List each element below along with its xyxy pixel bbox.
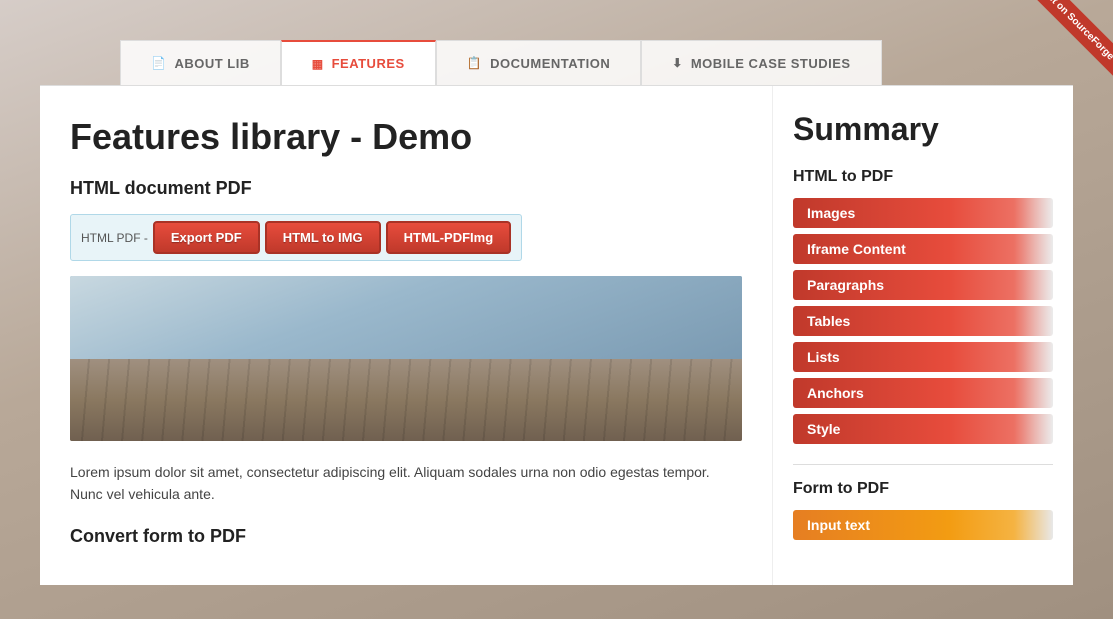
html-pdf-section-title: HTML document PDF xyxy=(70,178,742,199)
button-bar: HTML PDF - Export PDF HTML to IMG HTML-P… xyxy=(70,214,522,261)
tab-mobile-label: MOBILE CASE STUDIES xyxy=(691,56,851,71)
tab-documentation-label: DOCUMENTATION xyxy=(490,56,610,71)
button-bar-label: HTML PDF - xyxy=(81,231,148,245)
form-items-list: Input text xyxy=(793,510,1053,540)
features-icon: ▦ xyxy=(312,57,324,71)
summary-item-iframe[interactable]: Iframe Content xyxy=(793,234,1053,264)
tab-about-label: ABOUT LIB xyxy=(174,56,249,71)
sourceforge-ribbon[interactable]: Get on SourceForge xyxy=(998,0,1113,115)
html-pdfimg-button[interactable]: HTML-PDFImg xyxy=(386,221,512,254)
floor-layer xyxy=(70,359,742,442)
page-title: Features library - Demo xyxy=(70,116,742,158)
summary-item-input-text[interactable]: Input text xyxy=(793,510,1053,540)
ribbon-label: Get on SourceForge xyxy=(1020,0,1113,82)
html-to-pdf-title: HTML to PDF xyxy=(793,168,1053,186)
main-navigation: 📄 ABOUT LIB ▦ FEATURES 📋 DOCUMENTATION ⬇… xyxy=(0,0,1113,85)
summary-items-list: Images Iframe Content Paragraphs Tables … xyxy=(793,198,1053,444)
summary-item-lists[interactable]: Lists xyxy=(793,342,1053,372)
summary-item-paragraphs[interactable]: Paragraphs xyxy=(793,270,1053,300)
summary-item-style[interactable]: Style xyxy=(793,414,1053,444)
tab-features[interactable]: ▦ FEATURES xyxy=(281,40,436,85)
demo-image xyxy=(70,276,742,441)
main-content: Features library - Demo HTML document PD… xyxy=(40,85,1073,585)
mobile-icon: ⬇ xyxy=(672,56,683,70)
summary-item-tables[interactable]: Tables xyxy=(793,306,1053,336)
summary-title: Summary xyxy=(793,111,1053,148)
documentation-icon: 📋 xyxy=(467,56,482,70)
left-panel: Features library - Demo HTML document PD… xyxy=(40,86,773,585)
html-to-img-button[interactable]: HTML to IMG xyxy=(265,221,381,254)
export-pdf-button[interactable]: Export PDF xyxy=(153,221,260,254)
lorem-text: Lorem ipsum dolor sit amet, consectetur … xyxy=(70,461,742,506)
form-to-pdf-title: Form to PDF xyxy=(793,480,1053,498)
convert-title: Convert form to PDF xyxy=(70,526,742,547)
summary-item-anchors[interactable]: Anchors xyxy=(793,378,1053,408)
tab-mobile[interactable]: ⬇ MOBILE CASE STUDIES xyxy=(641,40,881,85)
about-icon: 📄 xyxy=(151,56,166,70)
right-sidebar: Summary HTML to PDF Images Iframe Conten… xyxy=(773,86,1073,585)
tab-features-label: FEATURES xyxy=(332,56,405,71)
summary-item-images[interactable]: Images xyxy=(793,198,1053,228)
summary-divider xyxy=(793,464,1053,465)
tab-documentation[interactable]: 📋 DOCUMENTATION xyxy=(436,40,642,85)
tab-about[interactable]: 📄 ABOUT LIB xyxy=(120,40,281,85)
